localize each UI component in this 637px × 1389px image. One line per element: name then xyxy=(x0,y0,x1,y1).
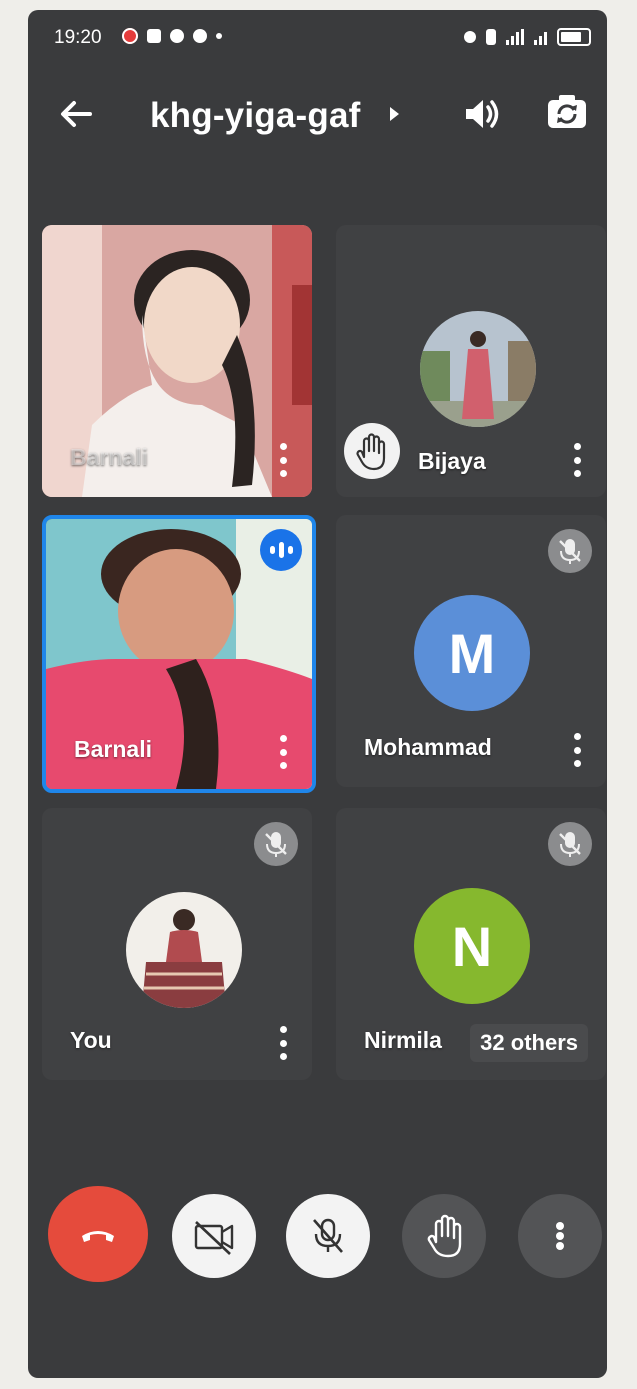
more-options-icon[interactable] xyxy=(278,1026,288,1060)
chevron-right-icon[interactable] xyxy=(390,107,399,121)
raise-hand-icon xyxy=(344,423,400,479)
more-options-icon[interactable] xyxy=(278,443,288,477)
end-call-icon xyxy=(82,1231,114,1242)
whatsapp-icon xyxy=(193,29,207,43)
participant-tile[interactable]: Barnali xyxy=(42,225,312,497)
avatar: N xyxy=(414,888,530,1004)
meet-screen: 19:20 khg-yiga-gaf Barnali Bijaya Barnal… xyxy=(28,10,607,1378)
meeting-code[interactable]: khg-yiga-gaf xyxy=(150,96,360,136)
mic-off-icon xyxy=(313,1218,343,1253)
participant-name: Bijaya xyxy=(418,448,486,474)
participant-tile[interactable]: N Nirmila 32 others xyxy=(336,808,606,1080)
dot-icon xyxy=(216,33,222,39)
more-options-button[interactable] xyxy=(518,1194,602,1278)
camera-off-icon xyxy=(194,1221,234,1255)
participant-tile[interactable]: Bijaya xyxy=(336,225,606,497)
alarm-icon xyxy=(464,31,476,43)
more-options-icon[interactable] xyxy=(278,735,288,769)
settings-icon xyxy=(170,29,184,43)
mic-off-icon xyxy=(548,529,592,573)
status-time: 19:20 xyxy=(54,27,102,48)
avatar xyxy=(420,311,536,427)
avatar-initial: N xyxy=(451,914,493,978)
camera-toggle-button[interactable] xyxy=(172,1194,256,1278)
participant-name: Barnali xyxy=(74,736,152,762)
avatar xyxy=(126,892,242,1008)
arrow-back-icon[interactable] xyxy=(54,92,98,136)
participant-tile[interactable]: You xyxy=(42,808,312,1080)
signal-icon-2 xyxy=(534,29,547,45)
participant-name: You xyxy=(70,1027,112,1053)
participant-name: Mohammad xyxy=(364,734,492,760)
top-bar: khg-yiga-gaf xyxy=(28,82,607,146)
vibrate-icon xyxy=(486,29,496,45)
avatar: M xyxy=(414,595,530,711)
more-options-icon[interactable] xyxy=(572,443,582,477)
record-icon xyxy=(122,28,138,44)
participant-name: Barnali xyxy=(70,444,148,470)
avatar-initial: M xyxy=(448,621,496,685)
battery-icon xyxy=(557,28,591,46)
raise-hand-button[interactable] xyxy=(402,1194,486,1278)
participant-tile[interactable]: M Mohammad xyxy=(336,515,606,787)
speaking-indicator-icon xyxy=(260,529,302,571)
mic-toggle-button[interactable] xyxy=(286,1194,370,1278)
signal-icon xyxy=(506,29,524,45)
status-bar: 19:20 xyxy=(28,24,607,54)
participant-name: Nirmila xyxy=(364,1027,442,1053)
video-icon xyxy=(147,29,161,43)
call-controls xyxy=(28,1182,607,1282)
speaker-icon[interactable] xyxy=(460,92,504,136)
end-call-button[interactable] xyxy=(48,1186,148,1282)
mic-off-icon xyxy=(254,822,298,866)
participant-tile[interactable]: Barnali xyxy=(42,515,316,793)
raise-hand-icon xyxy=(427,1214,462,1258)
more-options-icon xyxy=(556,1222,564,1250)
more-options-icon[interactable] xyxy=(572,733,582,767)
switch-camera-icon[interactable] xyxy=(544,90,590,136)
mic-off-icon xyxy=(548,822,592,866)
others-count[interactable]: 32 others xyxy=(470,1024,588,1062)
